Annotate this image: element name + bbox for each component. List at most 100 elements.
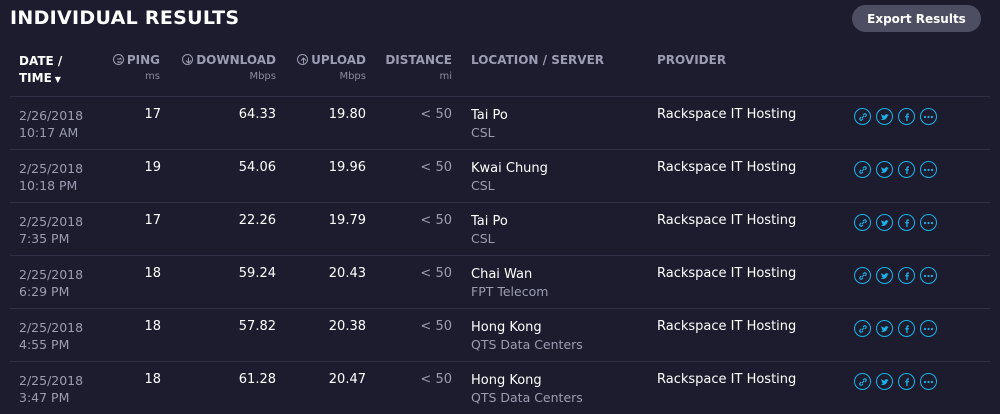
more-options-button[interactable] (920, 373, 937, 390)
distance-value: < 50 (420, 160, 452, 175)
server-name: CSL (471, 125, 495, 140)
location-header-label: LOCATION / SERVER (471, 53, 605, 67)
share-link-button[interactable] (854, 320, 871, 337)
location-name: Tai Po (471, 108, 508, 123)
share-twitter-button[interactable] (876, 214, 893, 231)
result-date: 2/25/2018 (19, 161, 84, 176)
column-header-distance[interactable]: DISTANCE mi (385, 53, 452, 82)
facebook-icon (902, 218, 912, 228)
date-cell: 2/25/2018 6:29 PM (19, 266, 83, 300)
date-cell: 2/25/2018 3:47 PM (19, 372, 83, 406)
share-link-button[interactable] (854, 108, 871, 125)
upload-value: 20.43 (328, 266, 366, 281)
date-cell: 2/25/2018 7:35 PM (19, 213, 83, 247)
more-icon (923, 377, 934, 387)
ping-icon (112, 54, 124, 65)
result-time: 6:29 PM (19, 284, 70, 299)
facebook-icon (902, 377, 912, 387)
more-options-button[interactable] (920, 320, 937, 337)
link-icon (858, 218, 868, 228)
provider-name: Rackspace IT Hosting (657, 107, 797, 122)
share-facebook-button[interactable] (898, 373, 915, 390)
table-row[interactable]: 2/25/2018 4:55 PM 18 57.82 20.38 < 50 Hong Kon… (10, 308, 990, 361)
ping-value: 18 (144, 266, 161, 281)
column-header-provider[interactable]: PROVIDER (657, 53, 726, 67)
share-twitter-button[interactable] (876, 108, 893, 125)
location-cell: Kwai Chung CSL (471, 160, 548, 194)
column-header-upload[interactable]: UPLOAD Mbps (297, 53, 366, 82)
more-options-button[interactable] (920, 267, 937, 284)
twitter-icon (880, 271, 890, 281)
share-twitter-button[interactable] (876, 267, 893, 284)
server-name: FPT Telecom (471, 284, 549, 299)
server-name: CSL (471, 231, 495, 246)
row-actions (854, 267, 937, 284)
download-value: 64.33 (238, 107, 276, 122)
date-cell: 2/25/2018 4:55 PM (19, 319, 83, 353)
more-options-button[interactable] (920, 214, 937, 231)
table-row[interactable]: 2/25/2018 6:29 PM 18 59.24 20.43 < 50 Chai Wan… (10, 255, 990, 308)
share-facebook-button[interactable] (898, 108, 915, 125)
download-icon (182, 54, 194, 65)
share-facebook-button[interactable] (898, 267, 915, 284)
column-header-download[interactable]: DOWNLOAD Mbps (182, 53, 276, 82)
location-name: Hong Kong (471, 373, 542, 388)
column-header-date[interactable]: DATE / TIME ▼ (19, 53, 62, 88)
table-row[interactable]: 2/25/2018 10:18 PM 19 54.06 19.96 < 50 Kwai Ch… (10, 149, 990, 202)
share-facebook-button[interactable] (898, 161, 915, 178)
twitter-icon (880, 165, 890, 175)
share-link-button[interactable] (854, 161, 871, 178)
facebook-icon (902, 324, 912, 334)
table-row[interactable]: 2/25/2018 7:35 PM 17 22.26 19.79 < 50 Tai Po CS… (10, 202, 990, 255)
column-header-ping[interactable]: PING ms (112, 53, 160, 82)
upload-value: 19.79 (328, 213, 366, 228)
date-cell: 2/26/2018 10:17 AM (19, 107, 83, 141)
location-cell: Chai Wan FPT Telecom (471, 266, 548, 300)
share-twitter-button[interactable] (876, 320, 893, 337)
share-link-button[interactable] (854, 214, 871, 231)
result-date: 2/25/2018 (19, 214, 84, 229)
location-cell: Tai Po CSL (471, 107, 508, 141)
location-cell: Tai Po CSL (471, 213, 508, 247)
ping-value: 17 (144, 107, 161, 122)
ping-value: 18 (144, 319, 161, 334)
share-link-button[interactable] (854, 373, 871, 390)
export-results-button[interactable]: Export Results (852, 5, 981, 32)
upload-value: 20.38 (328, 319, 366, 334)
more-options-button[interactable] (920, 161, 937, 178)
share-twitter-button[interactable] (876, 161, 893, 178)
server-name: QTS Data Centers (471, 337, 583, 352)
distance-value: < 50 (420, 107, 452, 122)
share-facebook-button[interactable] (898, 320, 915, 337)
share-facebook-button[interactable] (898, 214, 915, 231)
provider-name: Rackspace IT Hosting (657, 160, 797, 175)
more-icon (923, 165, 934, 175)
location-name: Kwai Chung (471, 161, 548, 176)
facebook-icon (902, 165, 912, 175)
link-icon (858, 112, 868, 122)
result-time: 10:17 AM (19, 125, 79, 140)
ping-value: 17 (144, 213, 161, 228)
more-options-button[interactable] (920, 108, 937, 125)
distance-unit: mi (439, 71, 452, 82)
provider-name: Rackspace IT Hosting (657, 266, 797, 281)
more-icon (923, 112, 934, 122)
download-value: 22.26 (238, 213, 276, 228)
column-header-location[interactable]: LOCATION / SERVER (471, 53, 604, 67)
provider-name: Rackspace IT Hosting (657, 213, 797, 228)
provider-header-label: PROVIDER (657, 53, 727, 67)
row-actions (854, 108, 937, 125)
more-icon (923, 271, 934, 281)
share-link-button[interactable] (854, 267, 871, 284)
location-name: Hong Kong (471, 320, 542, 335)
twitter-icon (880, 218, 890, 228)
result-date: 2/26/2018 (19, 108, 84, 123)
distance-header-label: DISTANCE (385, 53, 452, 67)
table-row[interactable]: 2/25/2018 3:47 PM 18 61.28 20.47 < 50 Hong Kon… (10, 361, 990, 414)
more-icon (923, 218, 934, 228)
twitter-icon (880, 324, 890, 334)
twitter-icon (880, 112, 890, 122)
table-row[interactable]: 2/26/2018 10:17 AM 17 64.33 19.80 < 50 Tai Po C… (10, 96, 990, 149)
share-twitter-button[interactable] (876, 373, 893, 390)
sort-descending-icon: ▼ (54, 75, 61, 84)
